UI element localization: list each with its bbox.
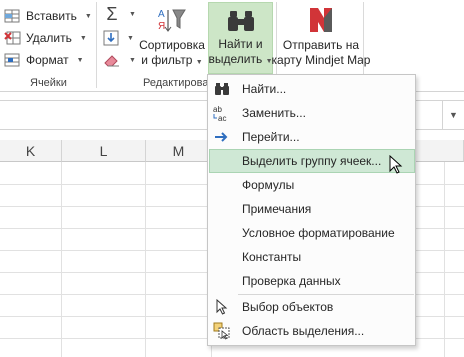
mindjet-logo-icon (308, 6, 334, 34)
menu-item-label: Выбор объектов (242, 300, 334, 314)
menu-item-comments[interactable]: Примечания (209, 197, 415, 221)
delete-cells-icon (4, 30, 22, 46)
menu-item-goto[interactable]: Перейти... (209, 125, 415, 149)
menu-item-label: Найти... (242, 82, 287, 96)
menu-item-formulas[interactable]: Формулы (209, 173, 415, 197)
binoculars-icon (213, 80, 231, 98)
sort-filter-label: Сортировка и фильтр ▼ (139, 38, 205, 70)
menu-item-label: Проверка данных (242, 274, 341, 288)
chevron-down-icon: ▼ (76, 56, 84, 64)
mindjet-label: Отправить на карту Mindjet Map (272, 38, 371, 68)
eraser-icon (103, 52, 121, 68)
mindjet-label-line1: Отправить на (282, 38, 360, 52)
delete-cells-button[interactable]: Удалить ▼ (4, 28, 87, 48)
column-header-label: L (99, 142, 108, 159)
selection-pane-icon (213, 322, 231, 340)
fill-down-icon (103, 30, 119, 46)
svg-text:Я: Я (158, 21, 165, 32)
mouse-cursor-icon (389, 154, 403, 178)
menu-item-label: Область выделения... (242, 324, 365, 338)
grid-line (444, 162, 445, 357)
format-cells-button[interactable]: Формат ▼ (4, 50, 84, 70)
format-label: Формат (26, 53, 69, 67)
grid-line (61, 162, 62, 357)
insert-label: Вставить (26, 9, 77, 23)
formula-bar-expand-icon[interactable]: ▼ (442, 100, 464, 130)
find-select-label: Найти и выделить ▼ (209, 37, 273, 69)
grid-line (145, 162, 146, 357)
menu-item-goto-special[interactable]: Выделить группу ячеек... (209, 149, 415, 173)
chevron-down-icon: ▼ (79, 34, 87, 42)
insert-cells-button[interactable]: Вставить ▼ (4, 6, 92, 26)
find-select-menu: Найти... ab ac Заменить... Перейти... Вы… (207, 74, 416, 346)
column-header-l[interactable]: L (62, 140, 146, 162)
mindjet-label-line2: карту Mindjet Map (271, 53, 371, 67)
column-header-label: K (25, 142, 36, 159)
menu-item-select-objects[interactable]: Выбор объектов (209, 295, 415, 319)
sort-filter-label-line1: Сортировка (139, 38, 205, 52)
insert-cells-icon (4, 8, 22, 24)
binoculars-icon (227, 9, 255, 33)
find-select-label-line2: выделить ▼ (209, 52, 273, 69)
sigma-icon: Σ (106, 3, 118, 24)
sort-filter-icon: A Я (157, 6, 187, 34)
select-pointer-icon (213, 298, 231, 316)
clear-button[interactable]: ▼ (103, 50, 136, 70)
menu-item-label: Выделить группу ячеек... (242, 154, 382, 168)
find-select-label-text: выделить (208, 52, 263, 66)
chevron-down-icon: ▼ (127, 34, 134, 42)
menu-item-label: Константы (242, 250, 302, 264)
group-divider (96, 2, 97, 88)
menu-item-replace[interactable]: ab ac Заменить... (209, 101, 415, 125)
find-select-button[interactable]: Найти и выделить ▼ (208, 2, 273, 74)
chevron-down-icon: ▼ (195, 59, 203, 66)
column-header-k[interactable]: K (0, 140, 62, 162)
arrow-right-icon (213, 128, 231, 146)
format-cells-icon (4, 52, 22, 68)
menu-item-label: Условное форматирование (242, 226, 395, 240)
autosum-button[interactable]: Σ ▼ (103, 4, 136, 24)
menu-item-label: Заменить... (242, 106, 306, 120)
cells-group-label: Ячейки (30, 77, 67, 89)
sort-filter-label-text: и фильтр (141, 53, 193, 67)
mindjet-send-button[interactable]: Отправить на карту Mindjet Map (272, 2, 370, 74)
svg-text:ab: ab (213, 105, 222, 114)
chevron-down-icon: ▼ (129, 56, 136, 64)
menu-item-conditional-formatting[interactable]: Условное форматирование (209, 221, 415, 245)
menu-item-label: Перейти... (242, 130, 300, 144)
chevron-down-icon: ▼ (129, 10, 136, 18)
menu-item-data-validation[interactable]: Проверка данных (209, 269, 415, 293)
chevron-down-icon: ▼ (84, 12, 92, 20)
svg-text:A: A (158, 9, 165, 20)
find-select-label-line1: Найти и (218, 37, 263, 51)
menu-item-find[interactable]: Найти... (209, 77, 415, 101)
menu-item-constants[interactable]: Константы (209, 245, 415, 269)
svg-text:ac: ac (218, 114, 226, 122)
sort-filter-label-line2: и фильтр ▼ (139, 53, 205, 70)
delete-label: Удалить (26, 31, 72, 45)
replace-icon: ab ac (213, 104, 231, 122)
menu-item-selection-pane[interactable]: Область выделения... (209, 319, 415, 343)
sort-filter-button[interactable]: A Я Сортировка и фильтр ▼ (136, 2, 208, 74)
editing-group-label: Редактирова (143, 77, 209, 89)
column-header-label: M (172, 142, 185, 159)
column-header-m[interactable]: M (146, 140, 212, 162)
menu-item-label: Примечания (242, 202, 312, 216)
menu-item-label: Формулы (242, 178, 295, 192)
fill-button[interactable]: ▼ (103, 28, 134, 48)
